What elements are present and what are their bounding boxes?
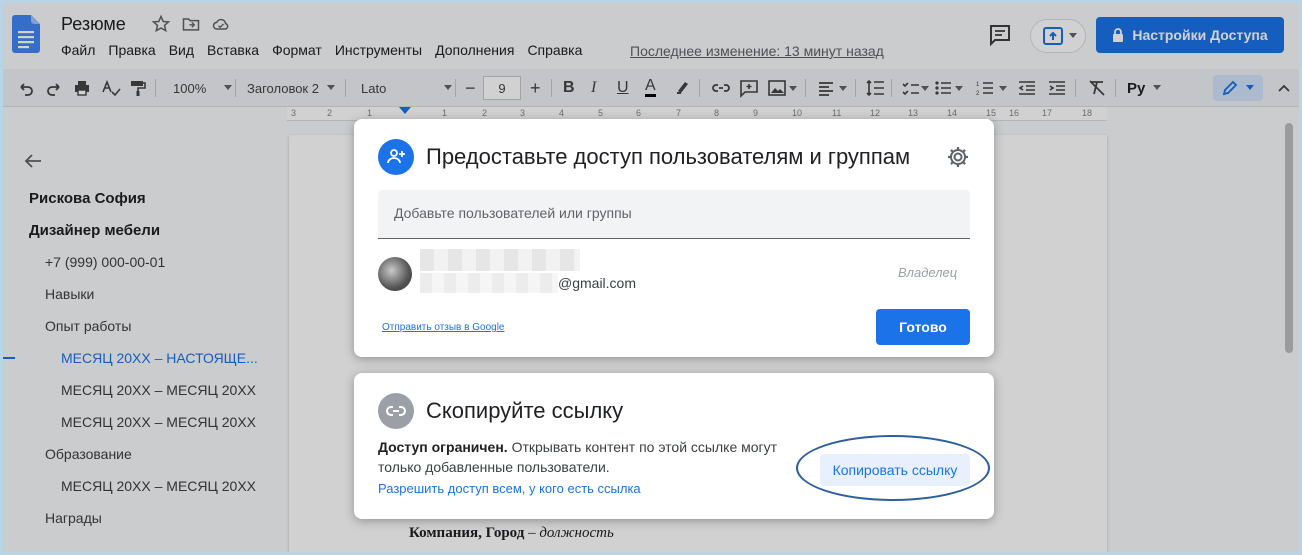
- add-people-placeholder: Добавьте пользователей или группы: [394, 205, 632, 221]
- add-people-input[interactable]: Добавьте пользователей или группы: [378, 190, 970, 239]
- copy-link-dialog: Скопируйте ссылку Доступ ограничен. Откр…: [354, 373, 994, 519]
- owner-role-label: Владелец: [898, 265, 958, 280]
- app-window: Резюме Файл Правка Вид Вставка Формат Ин…: [0, 0, 1302, 555]
- copy-link-title: Скопируйте ссылку: [426, 398, 624, 423]
- share-dialog: Предоставьте доступ пользователям и груп…: [354, 119, 994, 357]
- share-dialog-icon: [378, 139, 414, 175]
- highlight-ring: [796, 435, 990, 501]
- blurred-user-email: [420, 273, 558, 293]
- link-dialog-icon: [378, 393, 414, 429]
- user-email-suffix: @gmail.com: [558, 275, 637, 291]
- allow-anyone-link[interactable]: Разрешить доступ всем, у кого есть ссылк…: [378, 481, 641, 496]
- link-icon: [386, 406, 406, 416]
- done-button[interactable]: Готово: [876, 309, 970, 345]
- access-description: Доступ ограничен. Открывать контент по э…: [378, 437, 798, 477]
- share-dialog-title: Предоставьте доступ пользователям и груп…: [426, 144, 911, 169]
- send-feedback-link[interactable]: Отправить отзыв в Google: [382, 322, 505, 333]
- gear-icon[interactable]: [946, 145, 970, 169]
- access-restricted-label: Доступ ограничен.: [378, 439, 508, 455]
- person-add-icon: [387, 149, 405, 164]
- avatar: [378, 257, 412, 291]
- blurred-user-name: [420, 249, 580, 271]
